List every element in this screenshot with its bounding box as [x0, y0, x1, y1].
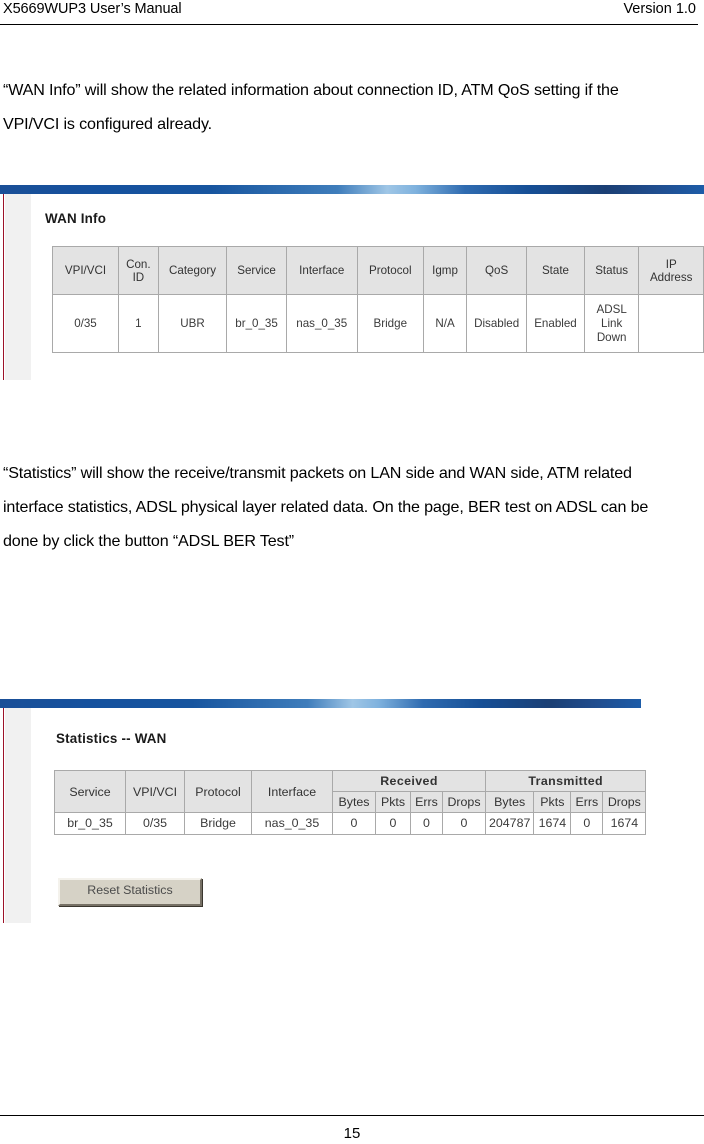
col-header-service: Service — [54, 770, 126, 813]
figure-left-sidebar-strip — [5, 194, 31, 380]
cell-tx-drops: 1674 — [602, 812, 647, 835]
manual-title: X5669WUP3 User’s Manual — [3, 1, 182, 17]
col-header-rx-drops: Drops — [442, 791, 486, 813]
cell-vpi-vci: 0/35 — [52, 294, 119, 353]
col-header-tx-bytes: Bytes — [484, 791, 535, 813]
cell-igmp: N/A — [422, 294, 468, 353]
statistics-wan-panel-title: Statistics -- WAN — [56, 731, 167, 746]
footer-divider — [0, 1115, 704, 1116]
wan-info-panel-title: WAN Info — [45, 211, 107, 226]
col-header-category: Category — [157, 246, 228, 295]
col-header-qos: QoS — [466, 246, 528, 295]
figure-titlebar-gradient — [0, 185, 704, 194]
col-header-vpi-vci: VPI/VCI — [125, 770, 185, 813]
col-header-con-id: Con. ID — [117, 246, 159, 295]
col-header-protocol: Protocol — [184, 770, 252, 813]
statistics-wan-table: Service VPI/VCI Protocol Interface Recei… — [54, 770, 647, 835]
cell-protocol: Bridge — [356, 294, 424, 353]
page-number: 15 — [343, 1125, 361, 1142]
col-header-status: Status — [583, 246, 640, 295]
cell-protocol: Bridge — [184, 812, 252, 835]
page-header: X5669WUP3 User’s Manual Version 1.0 — [0, 0, 704, 30]
cell-con-id: 1 — [117, 294, 159, 353]
col-header-tx-errs: Errs — [570, 791, 604, 813]
cell-rx-bytes: 0 — [332, 812, 376, 835]
cell-ip-address — [638, 294, 704, 353]
paragraph-statistics: “Statistics” will show the receive/trans… — [3, 464, 649, 551]
col-header-igmp: Igmp — [422, 246, 468, 295]
paragraph-wan-info: “WAN Info” will show the related informa… — [3, 81, 619, 134]
figure-left-sidebar-strip — [5, 708, 31, 923]
cell-interface: nas_0_35 — [251, 812, 333, 835]
cell-tx-bytes: 204787 — [484, 812, 535, 835]
cell-service: br_0_35 — [54, 812, 126, 835]
col-header-ip-address: IP Address — [638, 246, 704, 295]
col-header-service: Service — [226, 246, 287, 295]
cell-service: br_0_35 — [226, 294, 287, 353]
col-header-state: State — [526, 246, 585, 295]
col-header-tx-drops: Drops — [602, 791, 647, 813]
header-divider — [0, 24, 698, 25]
col-group-header-transmitted: Transmitted — [484, 770, 647, 792]
cell-interface: nas_0_35 — [285, 294, 358, 353]
cell-vpi-vci: 0/35 — [125, 812, 185, 835]
figure-titlebar-gradient — [0, 699, 641, 708]
cell-tx-pkts: 1674 — [533, 812, 572, 835]
reset-statistics-button[interactable]: Reset Statistics — [58, 878, 202, 906]
col-header-tx-pkts: Pkts — [533, 791, 572, 813]
cell-rx-drops: 0 — [442, 812, 486, 835]
col-header-rx-bytes: Bytes — [332, 791, 376, 813]
table-header-row: VPI/VCI Con. ID Category Service Interfa… — [52, 246, 704, 295]
cell-category: UBR — [157, 294, 228, 353]
cell-rx-errs: 0 — [410, 812, 443, 835]
col-header-vpi-vci: VPI/VCI — [52, 246, 119, 295]
col-header-rx-errs: Errs — [410, 791, 443, 813]
col-header-interface: Interface — [285, 246, 358, 295]
cell-qos: Disabled — [466, 294, 528, 353]
table-header-row-groups: Service VPI/VCI Protocol Interface Recei… — [54, 770, 647, 813]
cell-tx-errs: 0 — [570, 812, 604, 835]
table-row: br_0_35 0/35 Bridge nas_0_35 0 0 0 0 204… — [54, 812, 647, 835]
table-row: 0/35 1 UBR br_0_35 nas_0_35 Bridge N/A D… — [52, 294, 704, 353]
manual-version: Version 1.0 — [623, 1, 696, 17]
cell-status: ADSL Link Down — [583, 294, 640, 353]
col-header-interface: Interface — [251, 770, 333, 813]
cell-state: Enabled — [526, 294, 585, 353]
col-group-header-received: Received — [332, 770, 486, 792]
col-header-rx-pkts: Pkts — [375, 791, 411, 813]
wan-info-table: VPI/VCI Con. ID Category Service Interfa… — [52, 246, 704, 353]
col-header-protocol: Protocol — [356, 246, 424, 295]
cell-rx-pkts: 0 — [375, 812, 411, 835]
